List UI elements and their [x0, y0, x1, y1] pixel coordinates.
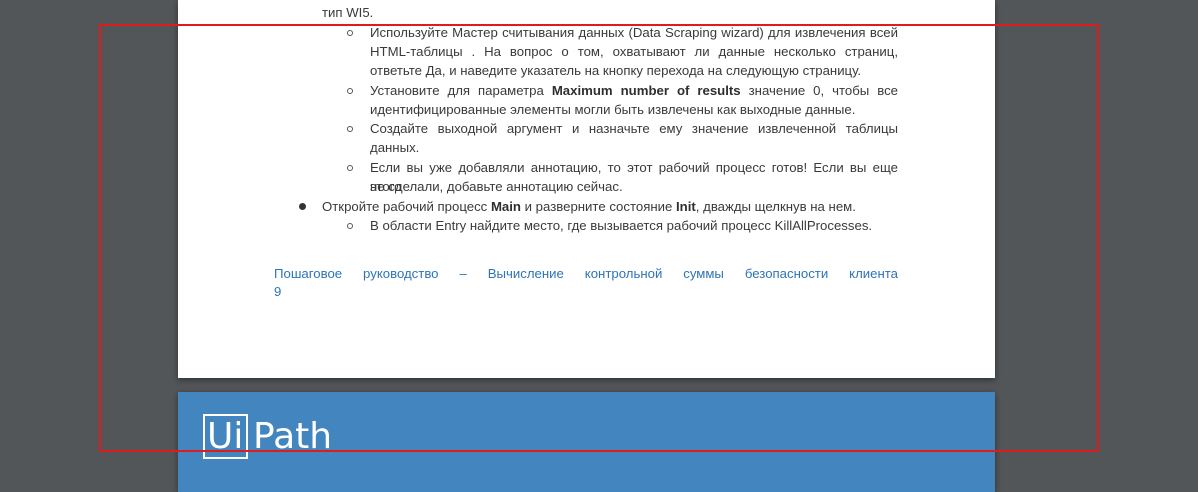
list-item-line: не сделали, добавьте аннотацию сейчас.: [370, 179, 623, 194]
list-item-line: Создайте выходной аргумент и назначьте е…: [370, 121, 898, 136]
footer-link[interactable]: Пошаговое руководство – Вычисление контр…: [274, 264, 898, 283]
page-number: 9: [274, 284, 282, 299]
list-item-line: Используйте Мастер считывания данных (Da…: [370, 25, 898, 40]
next-page: Ui Path: [178, 392, 995, 492]
list-item-line: HTML-таблицы . На вопрос о том, охватыва…: [370, 44, 898, 59]
logo-ui-text: Ui: [207, 416, 244, 457]
text-fragment: тип WI5.: [322, 5, 374, 20]
sub-bullet: [347, 165, 353, 171]
list-item-line: В области Entry найдите место, где вызыв…: [370, 218, 873, 233]
main-bullet: [299, 203, 306, 210]
sub-bullet: [347, 223, 353, 229]
sub-bullet: [347, 126, 353, 132]
list-item-line: Откройте рабочий процесс Main и разверни…: [322, 199, 856, 214]
list-item-line: ответьте Да, и наведите указатель на кно…: [370, 63, 862, 78]
document-page: тип WI5. Используйте Мастер считывания д…: [178, 0, 995, 378]
list-item-line: идентифицированные элементы могли быть и…: [370, 102, 856, 117]
list-item-line: данных.: [370, 140, 420, 155]
sub-bullet: [347, 88, 353, 94]
sub-bullet: [347, 30, 353, 36]
logo-path-text: Path: [253, 416, 333, 457]
list-item-line: Установите для параметра Maximum number …: [370, 83, 899, 98]
